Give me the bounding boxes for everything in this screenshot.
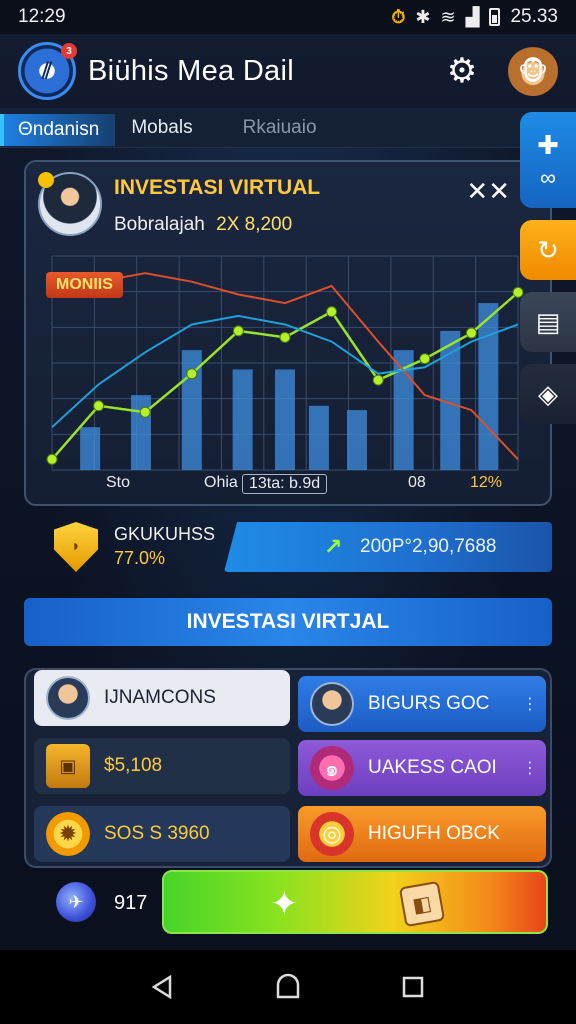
rail-add-button[interactable]: ✚ ∞ [520, 112, 576, 208]
chart-point [46, 453, 58, 465]
rail-refresh-button[interactable]: ↻ [520, 220, 576, 280]
swirl-icon: ๑ [310, 746, 354, 790]
gift-box-icon: ◧ [398, 880, 446, 928]
treasure-chest-icon: ▣ [46, 744, 90, 788]
grid-cell-label: $5,108 [104, 755, 163, 776]
link-icon: ∞ [540, 164, 556, 190]
chart-badge: MONIIS [46, 272, 123, 298]
sun-gear-icon: ✹ [46, 812, 90, 856]
card-title: INVESTASI VIRTUAL [114, 176, 321, 199]
app-title: Biühis Mea Dail [88, 54, 294, 87]
tab-0[interactable]: Θndanisn [0, 113, 116, 146]
globe-icon[interactable]: ✈ [56, 882, 96, 922]
card-subtitle-label: Bobralajah [114, 214, 205, 235]
chart-bar [232, 369, 253, 470]
chart-point [465, 327, 477, 339]
side-rail: ✚ ∞ ↻ ▤ ◈ [520, 112, 576, 436]
main-action-button[interactable]: ✦ ◧ [162, 870, 548, 934]
chart-point [372, 374, 384, 386]
investor-avatar [38, 172, 102, 236]
grid-cell-label: UAKESS CAOI [368, 757, 497, 778]
wifi-icon: ≋ [440, 6, 456, 27]
add-icon: ✚ [537, 129, 559, 160]
coin-icon [38, 172, 54, 188]
chart-bar [308, 405, 329, 470]
chart-point [232, 325, 244, 337]
grid-cell-label: BIGURS GOC [368, 693, 490, 714]
balance-value: 200P°2,90,7688 [360, 536, 497, 557]
status-icons: ⏱ ✱ ≋ ▟ 25.33 [391, 6, 558, 28]
chat-icon: ▤ [535, 306, 561, 337]
tab-2[interactable]: Rkaiuaio [227, 108, 333, 148]
chart-bar [347, 410, 368, 470]
app-logo[interactable]: ⫽ 3 [18, 42, 77, 100]
chart-point [139, 406, 151, 418]
grid-cell-5[interactable]: ◎ HIGUFH OBCK [298, 806, 546, 862]
grid-cell-2[interactable]: ▣ $5,108 [34, 738, 290, 794]
more-icon: ⋮ [522, 696, 538, 713]
x-tick-label: 12% [470, 474, 503, 491]
chart-point [186, 368, 198, 380]
invest-banner-button[interactable]: INVESTASI VIRTJAL [24, 598, 552, 646]
status-time: 12:29 [18, 6, 66, 27]
grid-cell-3[interactable]: ๑ UAKESS CAOI ⋮ [298, 740, 546, 796]
monkey-icon: 🐵 [517, 55, 549, 86]
back-icon[interactable] [143, 967, 183, 1007]
app-header: ⫽ 3 Biühis Mea Dail ⚙ 🐵 [0, 34, 576, 108]
refresh-icon: ↻ [537, 234, 559, 265]
settings-gear-icon[interactable]: ⚙ [440, 49, 484, 93]
bottom-count: 917 [114, 892, 148, 914]
x-tick-label: Sto [106, 474, 131, 491]
card-amount: 2X 8,200 [216, 214, 293, 235]
alarm-icon: ⏱ [391, 6, 406, 27]
balance-bar[interactable]: ↗ 200P°2,90,7688 [224, 522, 552, 572]
signal-icon: ▟ [465, 6, 480, 27]
chart-point [419, 353, 431, 365]
close-icon[interactable]: ✕✕ [466, 176, 510, 207]
more-icon: ⋮ [522, 760, 538, 777]
grid-cell-0[interactable]: IJNAMCONS [34, 670, 290, 726]
trend-arrow-icon: ↗ [324, 534, 343, 559]
options-grid: IJNAMCONS BIGURS GOC ⋮ ▣ $5,108 ๑ UAKESS… [24, 668, 552, 868]
tab-1[interactable]: Mobals [115, 108, 208, 148]
notification-badge: 3 [61, 43, 77, 59]
puzzle-piece-icon: ✦ [270, 885, 299, 923]
avatar-icon [310, 682, 354, 726]
investment-chart-card: INVESTASI VIRTUAL Bobralajah 2X 8,200 ✕✕… [24, 160, 552, 506]
tab-bar: Θndanisn Mobals Rkaiuaio [0, 108, 576, 148]
battery-text: 25.33 [510, 6, 558, 27]
battery-icon [489, 8, 501, 26]
bluetooth-icon: ✱ [415, 6, 431, 27]
chart-bar [130, 395, 151, 470]
grid-cell-4[interactable]: ✹ SOS S 3960 [34, 806, 290, 862]
grid-cell-label: SOS S 3960 [104, 823, 210, 844]
card-subtitle: Bobralajah 2X 8,200 [114, 214, 292, 236]
chart-bar [478, 303, 499, 470]
balance-percent: 77.0% [114, 548, 166, 568]
ring-icon: ◎ [310, 812, 354, 856]
grid-cell-label: IJNAMCONS [104, 687, 216, 708]
chart-point [279, 331, 291, 343]
chart-point [326, 306, 338, 318]
home-icon[interactable] [268, 967, 308, 1007]
x-tick-label-framed: 13ta: b.9d [242, 474, 328, 494]
recents-icon[interactable] [393, 967, 433, 1007]
system-nav-bar [0, 950, 576, 1024]
x-axis-labels: Sto Ohia 13ta: b.9d 08 12% [42, 474, 538, 496]
rail-tag-button[interactable]: ◈ [520, 364, 576, 424]
logo-mark-icon: ⫽ [42, 58, 52, 83]
balance-label: GKUKUHSS [114, 524, 216, 544]
grid-cell-label: HIGUFH OBCK [368, 823, 500, 844]
rail-chat-button[interactable]: ▤ [520, 292, 576, 352]
x-tick-label: Ohia [204, 474, 238, 491]
profile-avatar[interactable]: 🐵 [508, 46, 558, 96]
chart-point [93, 400, 105, 412]
grid-cell-1[interactable]: BIGURS GOC ⋮ [298, 676, 546, 732]
x-tick-label: 08 [408, 474, 426, 491]
chart-bar [275, 369, 295, 470]
status-bar: 12:29 ⏱ ✱ ≋ ▟ 25.33 [0, 0, 576, 34]
avatar-icon [46, 676, 90, 720]
chart-bar [80, 427, 101, 470]
tag-icon: ◈ [538, 378, 558, 409]
